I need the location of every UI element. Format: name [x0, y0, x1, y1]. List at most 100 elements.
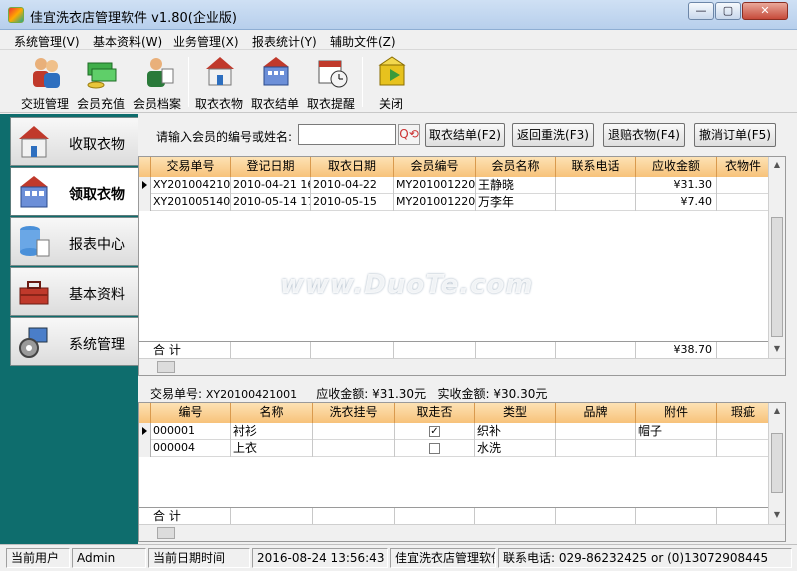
actual-label: 实收金额: — [437, 387, 490, 401]
toolbar-separator — [188, 57, 189, 107]
col-phone[interactable]: 联系电话 — [556, 157, 636, 177]
table-row[interactable]: XY20100421001 2010-04-21 16 2010-04-22 M… — [139, 177, 770, 194]
cell-wash-tag — [313, 423, 395, 440]
toolbar-recharge-button[interactable]: 会员充值 — [72, 53, 130, 111]
search-go-icon[interactable]: Q⟲ — [398, 124, 420, 145]
scroll-down-icon[interactable]: ▼ — [769, 341, 785, 357]
cell-type: 织补 — [475, 423, 556, 440]
scroll-up-icon[interactable]: ▲ — [769, 157, 785, 173]
minimize-button[interactable]: — — [688, 2, 714, 20]
refund-clothes-button[interactable]: 退赔衣物(F4) — [603, 123, 685, 147]
database-icon — [20, 226, 50, 257]
cell-attachment: 帽子 — [636, 423, 717, 440]
order-no-value: XY20100421001 — [205, 388, 298, 401]
scroll-thumb[interactable] — [771, 433, 783, 493]
scroll-up-icon[interactable]: ▲ — [769, 403, 785, 419]
nav-receive-clothes[interactable]: 收取衣物 — [10, 117, 138, 166]
col-item-no[interactable]: 编号 — [151, 403, 231, 423]
col-order-no[interactable]: 交易单号 — [151, 157, 231, 177]
cell-brand — [556, 440, 636, 457]
cell-brand — [556, 423, 636, 440]
toolbar-label: 会员充值 — [76, 97, 125, 111]
status-phone-label: 联系电话: — [503, 551, 556, 565]
house-icon — [206, 57, 234, 86]
scroll-thumb[interactable] — [157, 527, 175, 539]
total-label: 合 计 — [151, 342, 231, 359]
scroll-thumb[interactable] — [771, 217, 783, 337]
col-member-name[interactable]: 会员名称 — [476, 157, 556, 177]
toolbar-label: 取衣提醒 — [306, 97, 355, 111]
menu-reports[interactable]: 报表统计(Y) — [252, 33, 317, 50]
menu-business[interactable]: 业务管理(X) — [173, 33, 239, 50]
app-icon — [8, 7, 24, 23]
total-empty — [475, 508, 556, 525]
toolbar-label: 会员档案 — [132, 97, 181, 111]
toolbar-shift-button[interactable]: 交班管理 — [16, 53, 74, 111]
col-item-name[interactable]: 名称 — [231, 403, 313, 423]
orders-header: 交易单号 登记日期 取衣日期 会员编号 会员名称 联系电话 应收金额 衣物件 — [139, 157, 770, 177]
toolbar-receive-button[interactable]: 取衣衣物 — [190, 53, 248, 111]
col-taken[interactable]: 取走否 — [395, 403, 475, 423]
orders-horizontal-scrollbar[interactable] — [139, 358, 785, 375]
col-item-count[interactable]: 衣物件 — [717, 157, 770, 177]
cell-flaw — [717, 440, 770, 457]
total-empty — [311, 342, 394, 359]
scroll-thumb[interactable] — [157, 361, 175, 373]
cell-member-name: 万李年 — [476, 194, 556, 211]
house-icon — [19, 126, 49, 158]
cell-item-name: 上衣 — [231, 440, 313, 457]
table-row[interactable]: 000004 上衣 水洗 — [139, 440, 770, 457]
settle-order-button[interactable]: 取衣结单(F2) — [425, 123, 505, 147]
total-empty — [636, 508, 717, 525]
receivable-value: ¥31.30元 — [372, 387, 427, 401]
nav-label: 收取衣物 — [69, 137, 125, 153]
orders-vertical-scrollbar[interactable]: ▲ ▼ — [768, 157, 785, 358]
nav-label: 基本资料 — [69, 287, 125, 303]
nav-basic-data[interactable]: 基本资料 — [10, 267, 138, 316]
toolbar-member-file-button[interactable]: 会员档案 — [128, 53, 186, 111]
toolbar-close-button[interactable]: 关闭 — [362, 53, 420, 111]
col-register-date[interactable]: 登记日期 — [231, 157, 311, 177]
toolbar-remind-button[interactable]: 取衣提醒 — [302, 53, 360, 111]
nav-system-admin[interactable]: 系统管理 — [10, 317, 138, 366]
member-search-input[interactable] — [298, 124, 396, 145]
toolbar-settle-button[interactable]: 取衣结单 — [246, 53, 304, 111]
calendar-clock-icon — [318, 60, 348, 88]
taken-checkbox[interactable]: ✓ — [429, 426, 440, 437]
search-label: 请输入会员的编号或姓名: — [156, 130, 293, 144]
close-window-button[interactable]: ✕ — [742, 2, 788, 20]
status-bar: 当前用户 Admin 当前日期时间 2016-08-24 13:56:43 佳宜… — [0, 544, 797, 571]
items-vertical-scrollbar[interactable]: ▲ ▼ — [768, 403, 785, 524]
col-pickup-date[interactable]: 取衣日期 — [311, 157, 394, 177]
rewash-button[interactable]: 返回重洗(F3) — [512, 123, 594, 147]
menu-basic-data[interactable]: 基本资料(W) — [93, 33, 162, 50]
col-wash-tag[interactable]: 洗衣挂号 — [313, 403, 395, 423]
menu-aux-files[interactable]: 辅助文件(Z) — [330, 33, 396, 50]
building-icon — [20, 176, 48, 208]
maximize-button[interactable]: ▢ — [715, 2, 741, 20]
col-member-no[interactable]: 会员编号 — [394, 157, 476, 177]
taken-checkbox[interactable] — [429, 443, 440, 454]
col-flaw[interactable]: 瑕疵 — [717, 403, 770, 423]
col-receivable[interactable]: 应收金额 — [636, 157, 717, 177]
items-horizontal-scrollbar[interactable] — [139, 524, 785, 541]
status-phone-value: 029-86232425 or (0)13072908445 — [558, 551, 769, 565]
nav-pickup-clothes[interactable]: 领取衣物 — [10, 167, 138, 216]
col-brand[interactable]: 品牌 — [556, 403, 636, 423]
detail-info: 交易单号: XY20100421001 应收金额: ¥31.30元 实收金额: … — [150, 385, 547, 402]
nav-report-center[interactable]: 报表中心 — [10, 217, 138, 266]
nav-label: 报表中心 — [69, 237, 125, 253]
scroll-down-icon[interactable]: ▼ — [769, 507, 785, 523]
table-row[interactable]: 000001 衬衫 ✓ 织补 帽子 — [139, 423, 770, 440]
nav-label: 系统管理 — [69, 337, 125, 353]
col-type[interactable]: 类型 — [475, 403, 556, 423]
table-row[interactable]: XY20100514001 2010-05-14 17 2010-05-15 M… — [139, 194, 770, 211]
menu-system[interactable]: 系统管理(V) — [14, 33, 80, 50]
total-empty — [231, 508, 313, 525]
cell-flaw — [717, 423, 770, 440]
toolbar: 交班管理 会员充值 会员档案 取衣衣物 取衣结单 取衣提醒 关闭 — [0, 51, 797, 113]
cell-item-no: 000004 — [151, 440, 231, 457]
watermark: www.DuoTe.com — [280, 270, 534, 300]
col-attachment[interactable]: 附件 — [636, 403, 717, 423]
cancel-order-button[interactable]: 撤消订单(F5) — [694, 123, 776, 147]
